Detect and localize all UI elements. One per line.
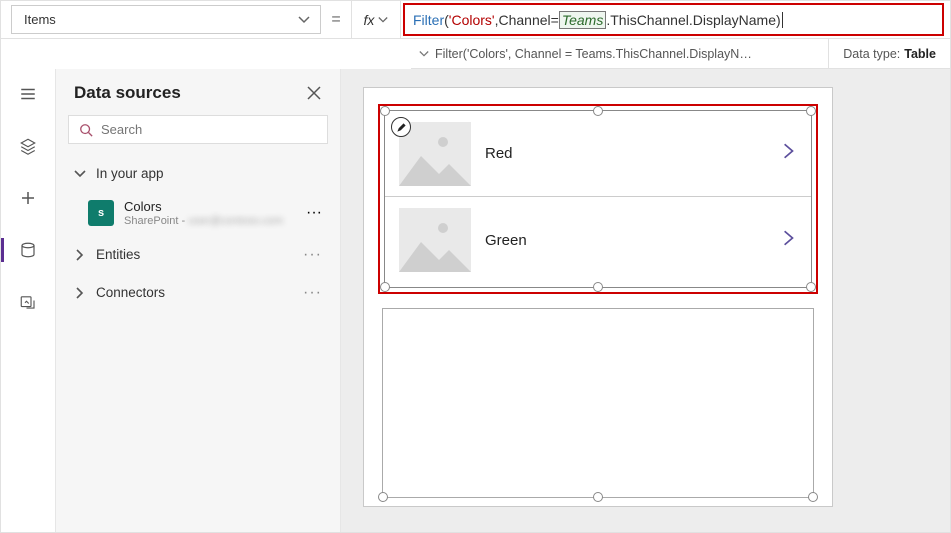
chevron-right-icon: [779, 229, 797, 247]
chevron-down-icon: [298, 14, 310, 26]
datatype-value: Table: [904, 47, 936, 61]
property-name: Items: [24, 12, 56, 27]
hamburger-icon: [19, 85, 37, 103]
media-icon: [19, 293, 37, 311]
gallery-item[interactable]: Green: [385, 197, 811, 283]
chevron-right-icon: [74, 287, 86, 299]
database-icon: [19, 241, 37, 259]
datasource-item-colors[interactable]: s Colors SharePoint - user@contoso.com ·…: [68, 191, 328, 236]
datatype-indicator: Data type: Table: [828, 39, 950, 68]
gallery-item-title: Red: [485, 145, 765, 162]
section-label: In your app: [96, 166, 322, 181]
chevron-right-icon: [74, 249, 86, 261]
rail-insert[interactable]: [8, 131, 48, 161]
resize-handle[interactable]: [808, 492, 818, 502]
resize-handle[interactable]: [593, 282, 603, 292]
datasource-subtype: SharePoint - user@contoso.com: [124, 215, 296, 228]
chevron-down-icon: [419, 49, 429, 59]
edit-template-button[interactable]: [391, 117, 411, 137]
chevron-right-icon: [779, 142, 797, 160]
plus-icon: [19, 189, 37, 207]
panel-title: Data sources: [74, 83, 181, 103]
canvas-area[interactable]: Red Green: [341, 69, 950, 532]
formula-result-summary[interactable]: Filter('Colors', Channel = Teams.ThisCha…: [411, 47, 828, 61]
left-rail: [1, 69, 56, 532]
screen-canvas[interactable]: Red Green: [363, 87, 833, 507]
annotation-highlight: Red Green: [378, 104, 818, 294]
resize-handle[interactable]: [806, 106, 816, 116]
section-label: Entities: [96, 247, 293, 262]
formula-token-fn: Filter: [413, 12, 444, 28]
image-placeholder: [399, 208, 471, 272]
datasource-subtype-prefix: SharePoint -: [124, 215, 188, 227]
resize-handle[interactable]: [593, 492, 603, 502]
layers-icon: [19, 137, 37, 155]
resize-handle[interactable]: [593, 106, 603, 116]
formula-token: .ThisChannel.DisplayName: [606, 12, 776, 28]
rail-treeview[interactable]: [8, 79, 48, 109]
more-icon[interactable]: ···: [303, 284, 322, 302]
navigate-arrow[interactable]: [779, 142, 797, 165]
datatype-label: Data type:: [843, 47, 900, 61]
rail-data[interactable]: [8, 235, 48, 265]
equals-label: =: [321, 1, 351, 38]
section-connectors[interactable]: Connectors ···: [68, 274, 328, 312]
search-input[interactable]: [101, 122, 317, 137]
formula-token: =: [551, 12, 559, 28]
formula-bar[interactable]: Filter('Colors', Channel = Teams.ThisCha…: [403, 3, 944, 36]
data-sources-panel: Data sources In your app s Colors ShareP…: [56, 69, 341, 532]
gallery-bounds-extension[interactable]: [382, 308, 814, 498]
more-icon[interactable]: ···: [303, 246, 322, 264]
section-entities[interactable]: Entities ···: [68, 236, 328, 274]
pencil-icon: [396, 122, 407, 133]
gallery-item-title: Green: [485, 232, 765, 249]
resize-handle[interactable]: [380, 106, 390, 116]
chevron-down-icon: [378, 15, 388, 25]
formula-summary-text: Filter('Colors', Channel = Teams.ThisCha…: [435, 47, 752, 61]
property-dropdown[interactable]: Items: [11, 5, 321, 34]
search-icon: [79, 123, 93, 137]
chevron-down-icon: [74, 168, 86, 180]
fx-dropdown[interactable]: fx: [351, 1, 401, 38]
gallery-item[interactable]: Red: [385, 111, 811, 197]
datasource-name: Colors: [124, 199, 296, 215]
gallery-selection[interactable]: Red Green: [384, 110, 812, 288]
more-icon[interactable]: ···: [306, 204, 322, 222]
rail-media[interactable]: [8, 287, 48, 317]
rail-add[interactable]: [8, 183, 48, 213]
search-box[interactable]: [68, 115, 328, 144]
formula-token-teams: Teams: [559, 11, 607, 29]
section-label: Connectors: [96, 285, 293, 300]
navigate-arrow[interactable]: [779, 229, 797, 252]
formula-token: ): [776, 12, 781, 28]
sharepoint-icon: s: [88, 200, 114, 226]
resize-handle[interactable]: [380, 282, 390, 292]
fx-label: fx: [364, 12, 375, 28]
resize-handle[interactable]: [378, 492, 388, 502]
text-cursor: [782, 12, 783, 28]
formula-token: Channel: [499, 12, 551, 28]
resize-handle[interactable]: [806, 282, 816, 292]
close-icon[interactable]: [306, 85, 322, 101]
section-in-your-app[interactable]: In your app: [68, 156, 328, 191]
datasource-subtype-hidden: user@contoso.com: [188, 215, 283, 227]
formula-token-string: 'Colors': [449, 12, 495, 28]
